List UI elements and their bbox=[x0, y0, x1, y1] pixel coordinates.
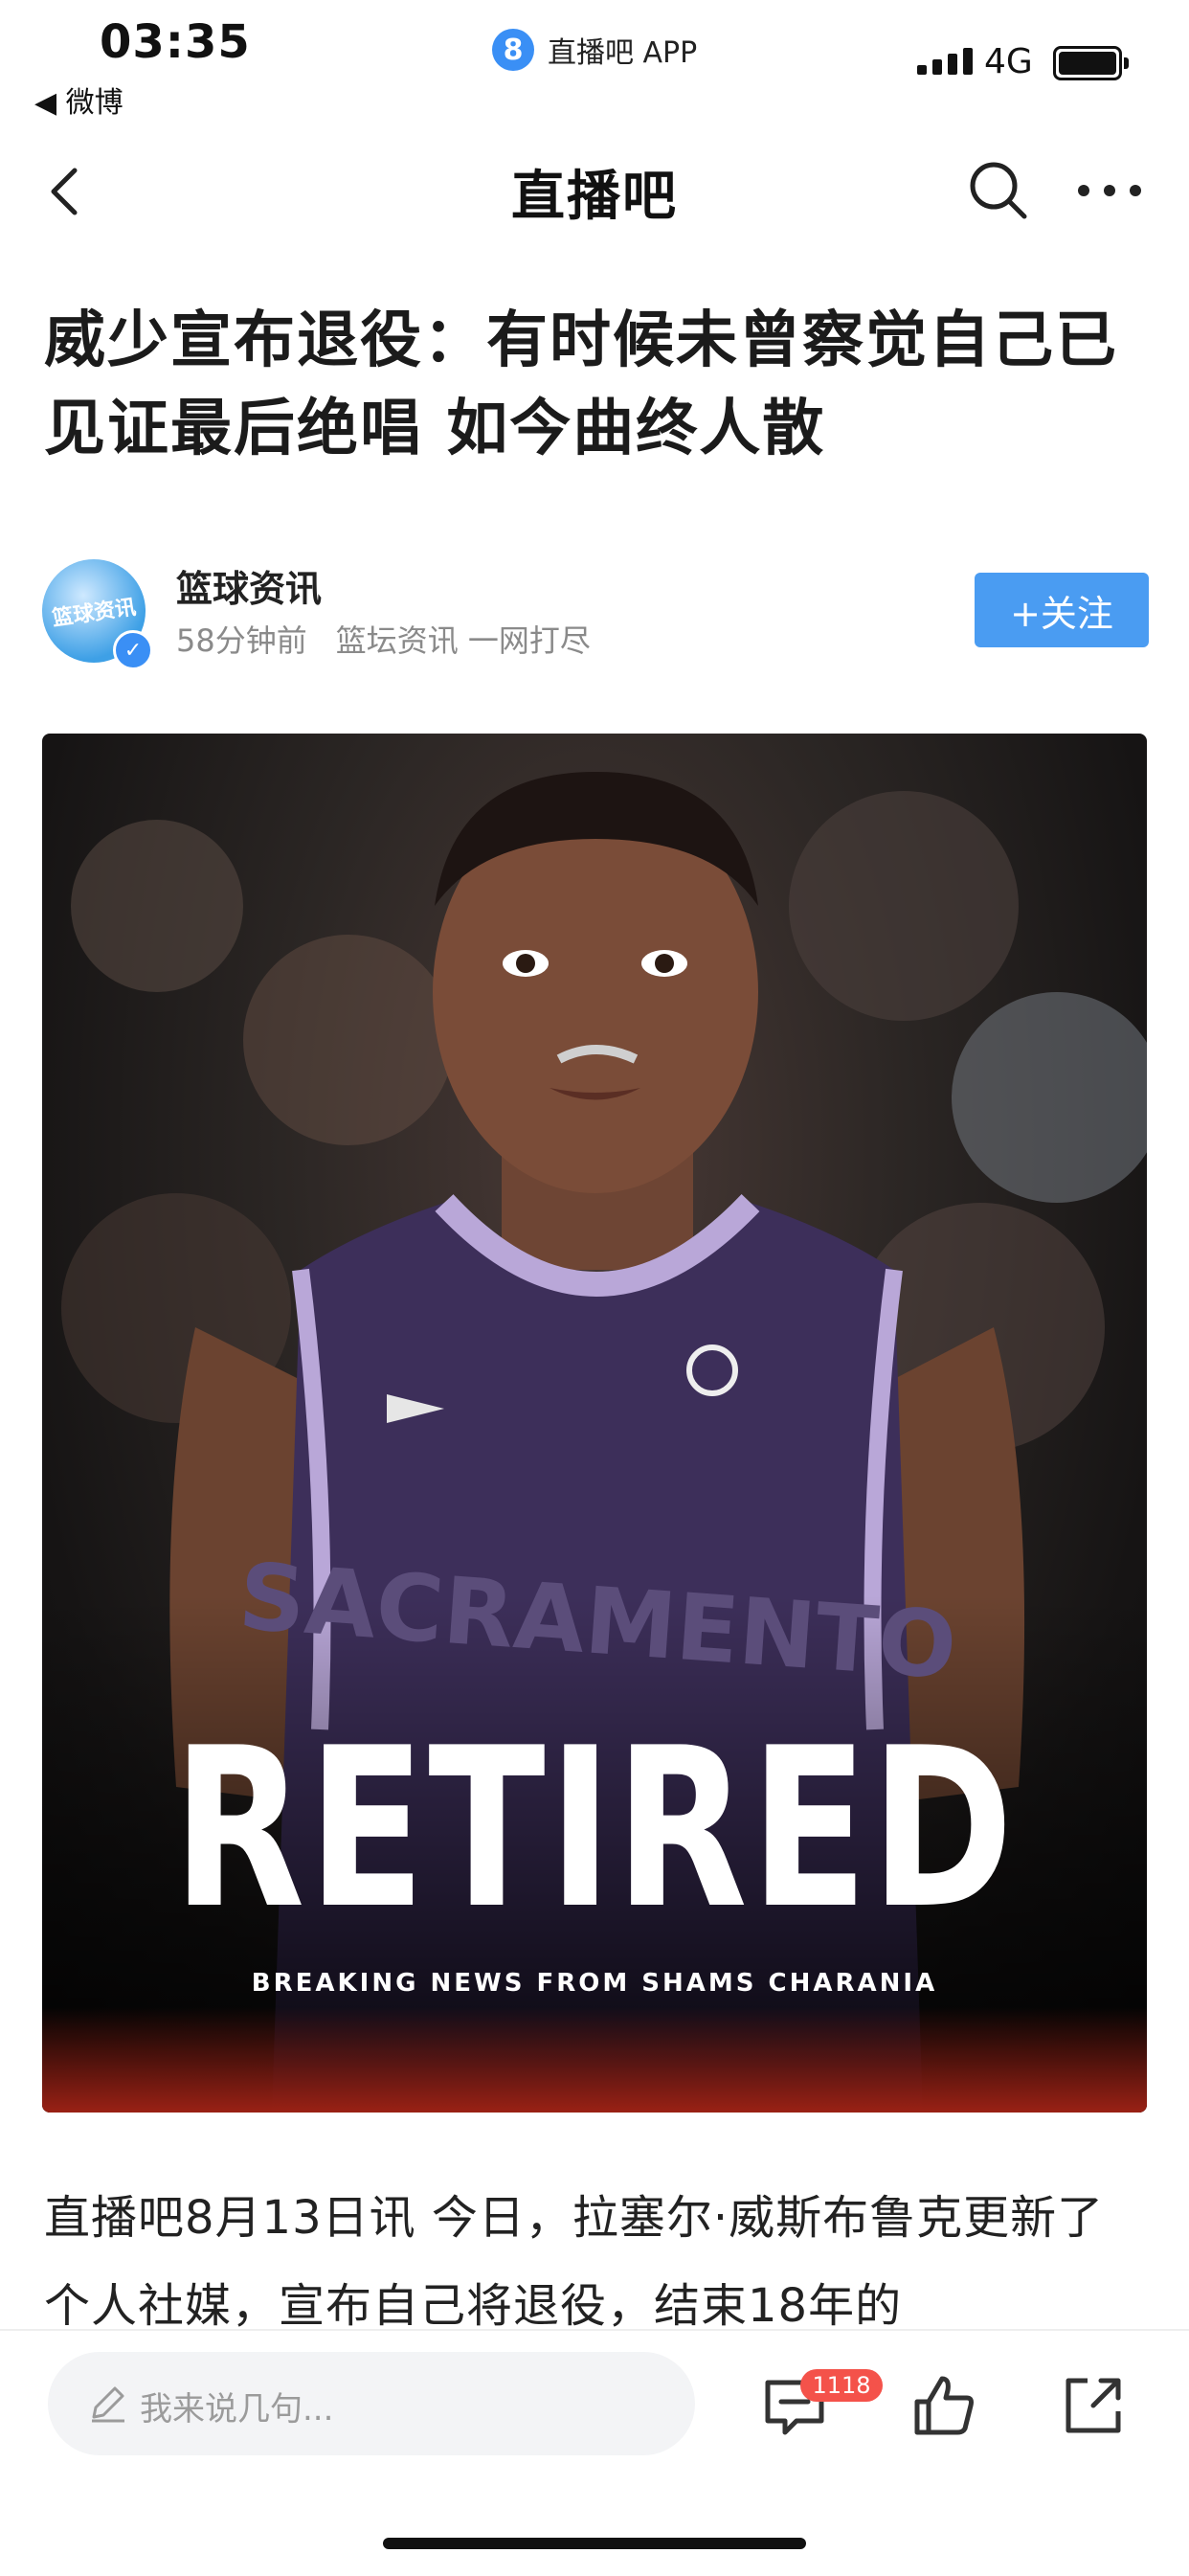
hero-image[interactable]: SACRAMENTO RETIRED BREAKING NEWS FROM SH… bbox=[42, 734, 1147, 2113]
comment-input[interactable]: 我来说几句... bbox=[48, 2352, 695, 2455]
breaking-news-caption: BREAKING NEWS FROM SHAMS CHARANIA bbox=[251, 1969, 938, 1998]
search-icon[interactable] bbox=[967, 159, 1030, 222]
pencil-icon bbox=[92, 2386, 124, 2423]
comment-count-badge: 1118 bbox=[800, 2369, 883, 2402]
battery-icon bbox=[1053, 46, 1129, 80]
retired-title: RETIRED bbox=[172, 1702, 1017, 1957]
share-icon[interactable] bbox=[1059, 2371, 1128, 2440]
author-row: 篮球资讯 ✓ 篮球资讯 58分钟前 篮坛资讯 一网打尽 +关注 bbox=[42, 559, 1149, 670]
status-time: 03:35 bbox=[100, 15, 251, 69]
app-badge: 8 直播吧 APP bbox=[492, 29, 697, 71]
signal-icon bbox=[917, 48, 973, 75]
avatar-label: 篮球资讯 bbox=[51, 595, 138, 631]
follow-button[interactable]: +关注 bbox=[975, 573, 1149, 647]
author-meta: 58分钟前 篮坛资讯 一网打尽 bbox=[176, 617, 591, 661]
status-bar: 03:35 ◀ 微博 8 直播吧 APP 4G bbox=[0, 0, 1189, 124]
more-dots-icon[interactable] bbox=[1076, 176, 1143, 205]
app-logo-icon: 8 bbox=[492, 29, 534, 71]
author-tagline: 篮坛资讯 一网打尽 bbox=[335, 622, 591, 659]
home-indicator[interactable] bbox=[383, 2538, 806, 2549]
article-headline: 威少宣布退役：有时候未曾察觉自己已见证最后绝唱 如今曲终人散 bbox=[44, 305, 1118, 464]
verified-badge-icon: ✓ bbox=[113, 630, 153, 670]
comment-placeholder: 我来说几句... bbox=[140, 2390, 334, 2429]
article-body: 直播吧8月13日讯 今日，拉塞尔·威斯布鲁克更新了个人社媒，宣布自己将退役，结束… bbox=[44, 2191, 1105, 2333]
author-name[interactable]: 篮球资讯 bbox=[176, 559, 322, 612]
like-thumb-icon[interactable] bbox=[909, 2371, 978, 2440]
back-to-app-link[interactable]: ◀ 微博 bbox=[34, 79, 123, 121]
publish-time: 58分钟前 bbox=[176, 622, 307, 659]
nav-bar: 直播吧 bbox=[0, 134, 1189, 249]
app-name: 直播吧 APP bbox=[548, 36, 698, 70]
network-type: 4G bbox=[984, 42, 1033, 81]
red-glow bbox=[42, 2007, 1147, 2113]
